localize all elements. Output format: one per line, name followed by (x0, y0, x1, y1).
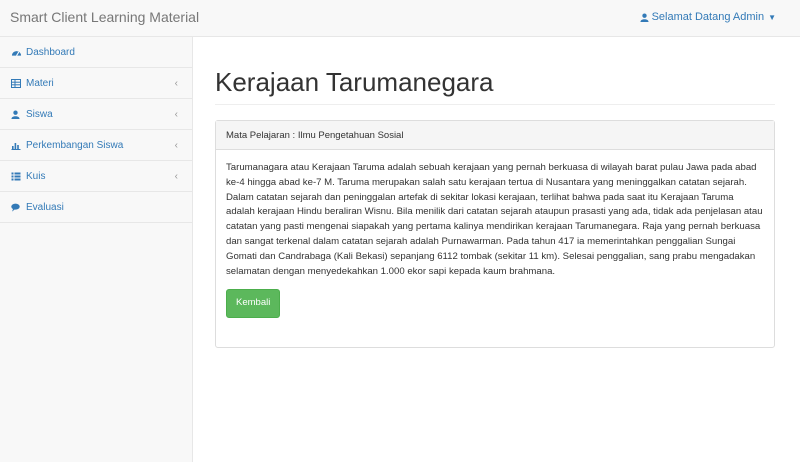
brand-title[interactable]: Smart Client Learning Material (10, 9, 199, 25)
sidebar-item-perkembangan-siswa[interactable]: Perkembangan Siswa ‹ (0, 130, 192, 161)
sidebar-item-siswa[interactable]: Siswa ‹ (0, 99, 192, 130)
comments-icon (11, 201, 23, 213)
sidebar-item-evaluasi[interactable]: Evaluasi (0, 192, 192, 223)
chevron-left-icon: ‹ (174, 170, 178, 182)
dashboard-icon (11, 46, 23, 58)
divider (215, 104, 775, 105)
user-menu-label: Selamat Datang Admin (651, 11, 765, 23)
bar-chart-icon (11, 139, 23, 151)
chevron-left-icon: ‹ (174, 139, 178, 151)
sidebar-item-label: Evaluasi (26, 201, 64, 213)
chevron-left-icon: ‹ (174, 108, 178, 120)
user-menu[interactable]: Selamat Datang Admin ▼ (640, 11, 776, 23)
top-navbar: Smart Client Learning Material Selamat D… (0, 0, 800, 37)
sidebar-item-label: Materi (26, 77, 54, 89)
sidebar-item-dashboard[interactable]: Dashboard (0, 37, 192, 68)
panel-heading: Mata Pelajaran : Ilmu Pengetahuan Sosial (216, 121, 774, 150)
panel-body: Tarumanagara atau Kerajaan Taruma adalah… (216, 150, 774, 319)
back-button[interactable]: Kembali (226, 289, 281, 319)
sidebar: Dashboard Materi ‹ Siswa ‹ Perkembangan … (0, 37, 193, 462)
sidebar-item-label: Perkembangan Siswa (26, 139, 124, 151)
lesson-panel: Mata Pelajaran : Ilmu Pengetahuan Sosial… (215, 120, 775, 348)
table-icon (11, 77, 23, 89)
caret-down-icon: ▼ (768, 12, 776, 22)
main-content: Kerajaan Tarumanegara Mata Pelajaran : I… (193, 37, 800, 462)
lesson-text: Tarumanagara atau Kerajaan Taruma adalah… (226, 162, 763, 277)
user-icon (11, 108, 23, 120)
user-icon (640, 13, 649, 22)
sidebar-item-label: Kuis (26, 170, 46, 182)
page-title: Kerajaan Tarumanegara (215, 67, 494, 97)
chevron-left-icon: ‹ (174, 77, 178, 89)
sidebar-item-label: Dashboard (26, 46, 75, 58)
list-icon (11, 170, 23, 182)
sidebar-item-materi[interactable]: Materi ‹ (0, 68, 192, 99)
sidebar-item-kuis[interactable]: Kuis ‹ (0, 161, 192, 192)
sidebar-item-label: Siswa (26, 108, 53, 120)
